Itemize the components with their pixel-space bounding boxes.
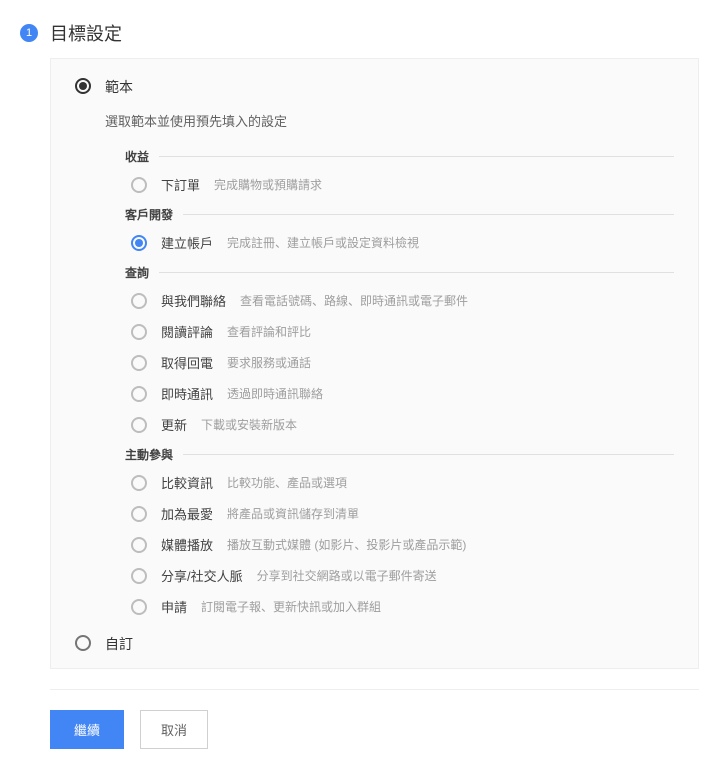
option-label: 分享/社交人脈 xyxy=(161,566,243,585)
radio-unselected-icon xyxy=(131,324,147,340)
option-label: 與我們聯絡 xyxy=(161,291,226,310)
option-label: 媒體播放 xyxy=(161,535,213,554)
main-option-custom-label: 自訂 xyxy=(105,634,133,654)
radio-unselected-icon xyxy=(131,537,147,553)
option-label: 建立帳戶 xyxy=(161,233,213,252)
group-header: 客戶開發 xyxy=(125,206,674,223)
option-description: 要求服務或通話 xyxy=(227,354,311,371)
step-header: 1 目標設定 xyxy=(20,20,699,46)
group-title: 查詢 xyxy=(125,264,149,281)
template-subtitle: 選取範本並使用預先填入的設定 xyxy=(105,111,674,130)
template-option[interactable]: 下訂單完成購物或預購請求 xyxy=(125,175,674,194)
radio-selected-icon xyxy=(131,235,147,251)
option-label: 更新 xyxy=(161,415,187,434)
option-description: 下載或安裝新版本 xyxy=(201,416,297,433)
step-title: 目標設定 xyxy=(50,20,122,46)
option-group: 查詢與我們聯絡查看電話號碼、路線、即時通訊或電子郵件閱讀評論查看評論和評比取得回… xyxy=(125,264,674,434)
template-option[interactable]: 建立帳戶完成註冊、建立帳戶或設定資料檢視 xyxy=(125,233,674,252)
radio-unselected-icon xyxy=(131,386,147,402)
template-option[interactable]: 與我們聯絡查看電話號碼、路線、即時通訊或電子郵件 xyxy=(125,291,674,310)
option-description: 將產品或資訊儲存到清單 xyxy=(227,505,359,522)
divider-line xyxy=(159,272,674,273)
divider-line xyxy=(159,156,674,157)
option-group: 主動參與比較資訊比較功能、產品或選項加為最愛將產品或資訊儲存到清單媒體播放播放互… xyxy=(125,446,674,616)
option-description: 完成註冊、建立帳戶或設定資料檢視 xyxy=(227,234,419,251)
template-option[interactable]: 更新下載或安裝新版本 xyxy=(125,415,674,434)
divider-line xyxy=(183,214,674,215)
radio-unselected-icon xyxy=(131,177,147,193)
group-title: 主動參與 xyxy=(125,446,173,463)
radio-unselected-icon xyxy=(131,506,147,522)
template-option[interactable]: 加為最愛將產品或資訊儲存到清單 xyxy=(125,504,674,523)
option-label: 即時通訊 xyxy=(161,384,213,403)
main-option-template[interactable]: 範本 xyxy=(75,77,674,97)
template-option[interactable]: 比較資訊比較功能、產品或選項 xyxy=(125,473,674,492)
option-group: 客戶開發建立帳戶完成註冊、建立帳戶或設定資料檢視 xyxy=(125,206,674,252)
template-option[interactable]: 媒體播放播放互動式媒體 (如影片、投影片或產品示範) xyxy=(125,535,674,554)
content-panel: 範本 選取範本並使用預先填入的設定 收益下訂單完成購物或預購請求客戶開發建立帳戶… xyxy=(50,58,699,669)
option-label: 取得回電 xyxy=(161,353,213,372)
template-option[interactable]: 閱讀評論查看評論和評比 xyxy=(125,322,674,341)
radio-unselected-icon xyxy=(131,417,147,433)
option-description: 分享到社交網路或以電子郵件寄送 xyxy=(257,567,437,584)
option-description: 透過即時通訊聯絡 xyxy=(227,385,323,402)
template-option[interactable]: 申請訂閱電子報、更新快訊或加入群組 xyxy=(125,597,674,616)
step-number-badge: 1 xyxy=(20,24,38,42)
option-description: 播放互動式媒體 (如影片、投影片或產品示範) xyxy=(227,536,466,553)
radio-unselected-icon xyxy=(131,568,147,584)
continue-button[interactable]: 繼續 xyxy=(50,710,124,749)
option-group: 收益下訂單完成購物或預購請求 xyxy=(125,148,674,194)
option-label: 申請 xyxy=(161,597,187,616)
option-label: 下訂單 xyxy=(161,175,200,194)
radio-unselected-icon xyxy=(131,355,147,371)
radio-unselected-icon xyxy=(75,635,91,651)
group-header: 主動參與 xyxy=(125,446,674,463)
template-option[interactable]: 取得回電要求服務或通話 xyxy=(125,353,674,372)
template-option[interactable]: 即時通訊透過即時通訊聯絡 xyxy=(125,384,674,403)
option-label: 比較資訊 xyxy=(161,473,213,492)
option-label: 閱讀評論 xyxy=(161,322,213,341)
divider-line xyxy=(183,454,674,455)
radio-selected-icon xyxy=(75,78,91,94)
footer-actions: 繼續 取消 xyxy=(50,689,699,749)
group-header: 收益 xyxy=(125,148,674,165)
radio-unselected-icon xyxy=(131,293,147,309)
radio-unselected-icon xyxy=(131,599,147,615)
option-description: 完成購物或預購請求 xyxy=(214,176,322,193)
option-description: 查看評論和評比 xyxy=(227,323,311,340)
cancel-button[interactable]: 取消 xyxy=(140,710,208,749)
main-option-template-label: 範本 xyxy=(105,77,133,97)
template-option[interactable]: 分享/社交人脈分享到社交網路或以電子郵件寄送 xyxy=(125,566,674,585)
main-option-custom[interactable]: 自訂 xyxy=(75,634,674,654)
option-description: 查看電話號碼、路線、即時通訊或電子郵件 xyxy=(240,292,468,309)
group-header: 查詢 xyxy=(125,264,674,281)
group-title: 客戶開發 xyxy=(125,206,173,223)
option-description: 比較功能、產品或選項 xyxy=(227,474,347,491)
option-description: 訂閱電子報、更新快訊或加入群組 xyxy=(201,598,381,615)
option-label: 加為最愛 xyxy=(161,504,213,523)
radio-unselected-icon xyxy=(131,475,147,491)
group-title: 收益 xyxy=(125,148,149,165)
